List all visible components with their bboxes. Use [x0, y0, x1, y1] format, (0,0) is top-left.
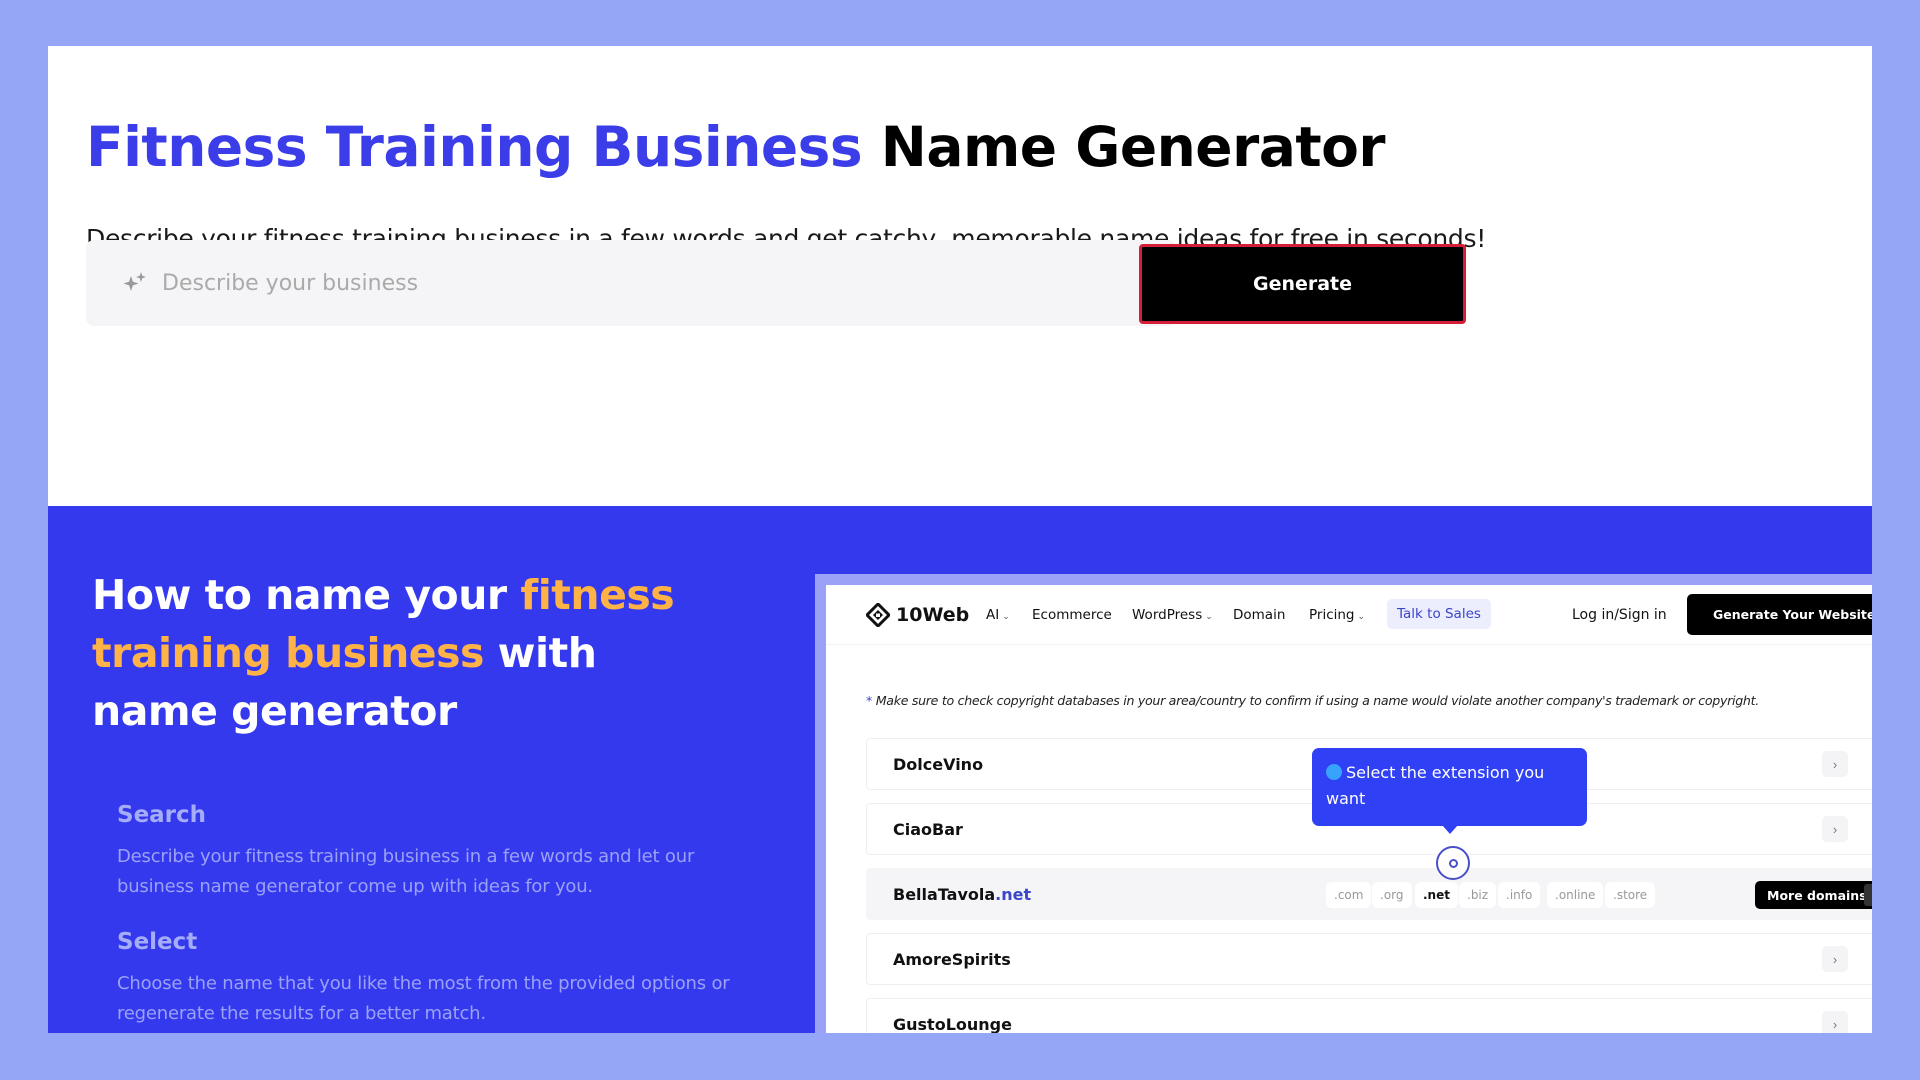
extension-com[interactable]: .com — [1326, 882, 1372, 908]
login-link[interactable]: Log in/Sign in — [1572, 607, 1667, 623]
chevron-down-icon: ⌄ — [1357, 612, 1366, 622]
nav-pricing[interactable]: Pricing ⌄ — [1309, 607, 1365, 623]
hero-section: Fitness Training Business Name Generator… — [48, 46, 1872, 506]
more-domains-button[interactable]: More domains› — [1755, 881, 1872, 909]
name-result-row-active[interactable]: BellaTavola.net .com .org .net .biz .inf… — [866, 868, 1872, 920]
how-to-section: How to name your fitness training busine… — [48, 506, 1872, 1033]
nav-ai[interactable]: AI ⌄ — [986, 607, 1010, 623]
product-preview: 10Web AI ⌄ Ecommerce WordPress ⌄ Domain Pr… — [826, 585, 1872, 1033]
step-select: Select Choose the name that you like the… — [117, 929, 757, 1029]
step-description: Describe your fitness training business … — [117, 846, 695, 897]
copyright-note: * Make sure to check copyright databases… — [866, 693, 1759, 708]
sparkle-icon — [123, 272, 146, 291]
logo-text: 10Web — [896, 604, 970, 626]
note-star: * — [866, 693, 872, 708]
nav-ecommerce[interactable]: Ecommerce — [1032, 607, 1112, 623]
name-result: BellaTavola.net — [893, 885, 1031, 904]
step-title: Select — [117, 929, 198, 955]
name-result: GustoLounge — [893, 1014, 1012, 1034]
product-preview-frame: 10Web AI ⌄ Ecommerce WordPress ⌄ Domain Pr… — [815, 574, 1872, 1033]
name-result: CiaoBar — [893, 819, 963, 839]
preview-navbar: 10Web AI ⌄ Ecommerce WordPress ⌄ Domain Pr… — [826, 585, 1872, 645]
nav-ai-label: AI — [986, 607, 1000, 623]
10web-logo-icon — [866, 603, 890, 627]
business-description-input[interactable] — [162, 270, 1062, 296]
page-title-accent: Fitness Training Business — [86, 115, 863, 179]
extension-org[interactable]: .org — [1372, 882, 1412, 908]
name-result: DolceVino — [893, 754, 984, 774]
name-result-row[interactable]: GustoLounge › — [866, 998, 1872, 1033]
chevron-right-icon[interactable]: › — [1822, 816, 1848, 842]
nav-domain[interactable]: Domain — [1233, 607, 1285, 623]
chevron-right-icon: › — [1864, 884, 1872, 906]
chevron-right-icon[interactable]: › — [1822, 751, 1848, 777]
extension-info[interactable]: .info — [1498, 882, 1541, 908]
step-search: Search Describe your fitness training bu… — [117, 802, 757, 902]
chevron-right-icon[interactable]: › — [1822, 1011, 1848, 1033]
chevron-right-icon[interactable]: › — [1822, 946, 1848, 972]
business-search-bar[interactable] — [86, 240, 1176, 326]
nav-wordpress[interactable]: WordPress ⌄ — [1132, 607, 1213, 623]
extension-net-selected[interactable]: .net — [1415, 882, 1458, 908]
extension-tooltip: Select the extension you want — [1312, 748, 1587, 834]
globe-icon — [1326, 764, 1342, 780]
how-to-title: How to name your fitness training busine… — [92, 566, 732, 740]
how-to-title-part1: How to name your — [92, 571, 521, 619]
page-title: Fitness Training Business Name Generator — [86, 120, 1386, 175]
preview-logo[interactable]: 10Web — [866, 603, 969, 627]
generate-button[interactable]: Generate — [1139, 244, 1466, 324]
name-base: BellaTavola — [893, 884, 996, 904]
nav-pricing-label: Pricing — [1309, 607, 1355, 623]
note-text: Make sure to check copyright databases i… — [875, 693, 1760, 708]
chevron-down-icon: ⌄ — [1205, 612, 1213, 622]
name-result: AmoreSpirits — [893, 949, 1011, 969]
page-title-rest: Name Generator — [880, 115, 1386, 179]
step-description: Choose the name that you like the most f… — [117, 973, 730, 1024]
extension-biz[interactable]: .biz — [1459, 882, 1497, 908]
step-title: Search — [117, 802, 207, 828]
extension-online[interactable]: .online — [1547, 882, 1604, 908]
name-result-row[interactable]: AmoreSpirits › — [866, 933, 1872, 985]
nav-wordpress-label: WordPress — [1132, 607, 1203, 623]
tooltip-text: Select the extension you want — [1326, 763, 1545, 808]
extension-store[interactable]: .store — [1605, 882, 1656, 908]
chevron-down-icon: ⌄ — [1002, 612, 1010, 622]
more-domains-label: More domains — [1767, 887, 1867, 903]
generate-website-button[interactable]: Generate Your Website — [1687, 594, 1872, 635]
name-tld: .net — [995, 884, 1032, 904]
click-target-indicator-icon — [1436, 846, 1470, 880]
talk-to-sales-button[interactable]: Talk to Sales — [1387, 599, 1491, 629]
